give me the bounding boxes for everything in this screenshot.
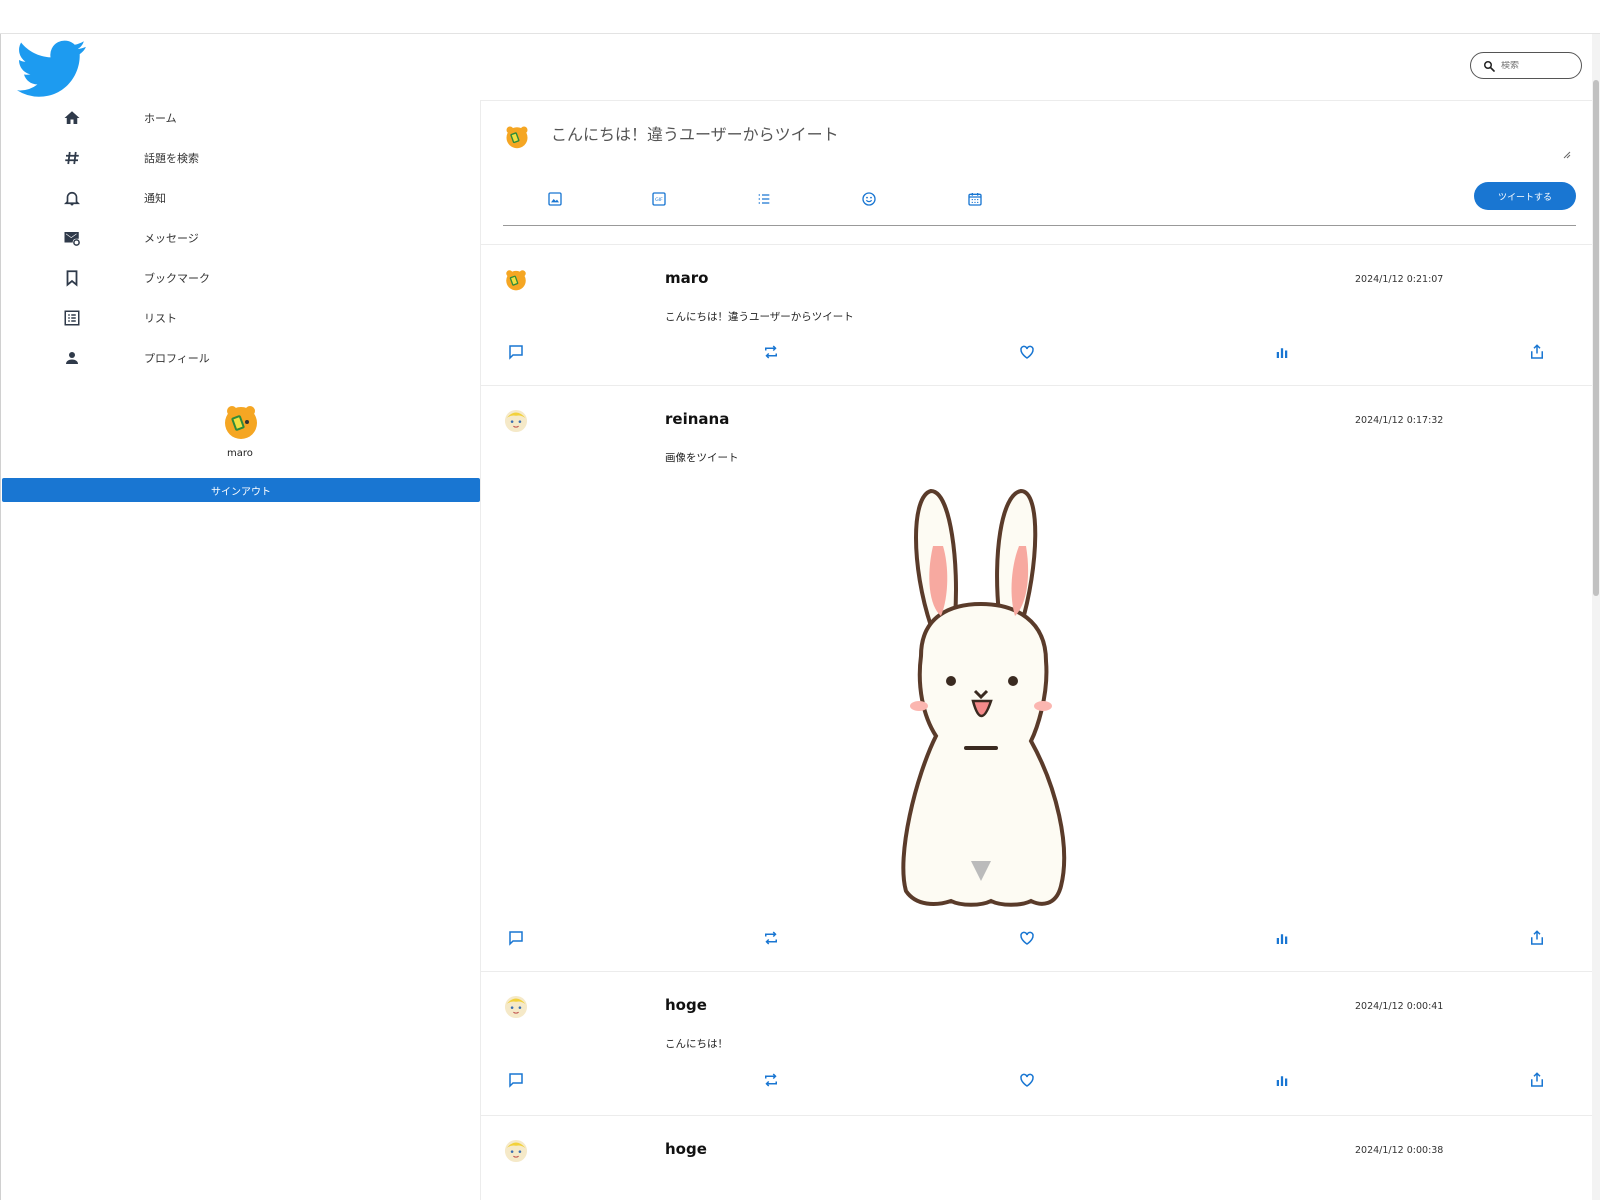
stats-icon[interactable] bbox=[1273, 929, 1291, 947]
profile-username: maro bbox=[227, 448, 253, 459]
like-icon[interactable] bbox=[1018, 929, 1036, 947]
sidebar-item-profile[interactable]: プロフィール bbox=[1, 340, 471, 376]
browser-top-strip bbox=[0, 0, 1600, 34]
retweet-icon[interactable] bbox=[762, 929, 780, 947]
tweet-item: maro 2024/1/12 0:21:07 こんにちは！違うユーザーからツイー… bbox=[481, 245, 1596, 386]
tweet-text: 画像をツイート bbox=[665, 452, 739, 464]
tweet-username: hoge bbox=[665, 996, 707, 1014]
tweet-avatar[interactable] bbox=[503, 408, 529, 434]
tweet-timestamp: 2024/1/12 0:17:32 bbox=[1355, 415, 1444, 426]
scrollbar-thumb[interactable] bbox=[1593, 80, 1599, 596]
stats-icon[interactable] bbox=[1273, 343, 1291, 361]
tweet-avatar[interactable] bbox=[503, 267, 529, 293]
tweet-actions bbox=[481, 343, 1596, 363]
sidebar-item-home[interactable]: ホーム bbox=[1, 100, 471, 136]
compose-input[interactable]: こんにちは！違うユーザーからツイート bbox=[551, 121, 1561, 161]
image-icon[interactable] bbox=[547, 191, 563, 207]
sidebar-item-label: リスト bbox=[144, 312, 177, 325]
share-icon[interactable] bbox=[1528, 1071, 1546, 1089]
twitter-bird-logo-icon[interactable] bbox=[17, 39, 87, 99]
reply-icon[interactable] bbox=[507, 343, 525, 361]
tweet-avatar[interactable] bbox=[503, 994, 529, 1020]
retweet-icon[interactable] bbox=[762, 1071, 780, 1089]
tweet-item: hoge 2024/1/12 0:00:38 bbox=[481, 1116, 1596, 1201]
bell-icon bbox=[64, 191, 80, 206]
reply-icon[interactable] bbox=[507, 929, 525, 947]
tweet-item: hoge 2024/1/12 0:00:41 こんにちは！ bbox=[481, 972, 1596, 1116]
sidebar-item-label: ブックマーク bbox=[144, 272, 210, 285]
user-avatar[interactable] bbox=[221, 402, 261, 442]
like-icon[interactable] bbox=[1018, 1071, 1036, 1089]
search-icon bbox=[1484, 60, 1495, 72]
resize-grip-icon[interactable] bbox=[1563, 151, 1571, 159]
scrollbar[interactable] bbox=[1592, 34, 1600, 1200]
list-icon[interactable] bbox=[756, 191, 772, 207]
like-icon[interactable] bbox=[1018, 343, 1036, 361]
tweet-username: maro bbox=[665, 269, 709, 287]
compose-box: こんにちは！違うユーザーからツイート GIF ツイートする bbox=[481, 101, 1596, 245]
tweet-text: こんにちは！ bbox=[665, 1038, 728, 1050]
svg-text:GIF: GIF bbox=[655, 197, 663, 203]
compose-avatar bbox=[506, 126, 528, 149]
sidebar-item-bookmarks[interactable]: ブックマーク bbox=[1, 260, 471, 296]
search-box[interactable] bbox=[1470, 52, 1582, 79]
bookmark-icon bbox=[66, 270, 78, 287]
compose-divider bbox=[503, 225, 1576, 226]
sidebar-item-lists[interactable]: リスト bbox=[1, 300, 471, 336]
tweet-item: reinana 2024/1/12 0:17:32 画像をツイート bbox=[481, 386, 1596, 972]
app-frame: ホーム 話題を検索 通知 メッセージ ブックマーク リスト プロフィール mar… bbox=[0, 34, 1600, 1200]
person-icon bbox=[66, 352, 78, 364]
mail-icon bbox=[64, 232, 80, 246]
sidebar-item-messages[interactable]: メッセージ bbox=[1, 220, 471, 256]
sidebar-item-label: 通知 bbox=[144, 192, 166, 205]
sidebar-item-label: メッセージ bbox=[144, 232, 199, 245]
tweet-avatar[interactable] bbox=[503, 1138, 529, 1164]
retweet-icon[interactable] bbox=[762, 343, 780, 361]
tweet-username: hoge bbox=[665, 1140, 707, 1158]
tweet-timestamp: 2024/1/12 0:00:41 bbox=[1355, 1001, 1444, 1012]
home-icon bbox=[64, 111, 80, 124]
emoji-icon[interactable] bbox=[861, 191, 877, 207]
gif-icon[interactable]: GIF bbox=[651, 191, 667, 207]
sidebar-item-label: ホーム bbox=[144, 112, 177, 125]
tweet-text: こんにちは！違うユーザーからツイート bbox=[665, 311, 854, 323]
search-input[interactable] bbox=[1501, 60, 1571, 71]
tweet-timestamp: 2024/1/12 0:21:07 bbox=[1355, 274, 1444, 285]
tweet-button[interactable]: ツイートする bbox=[1474, 182, 1576, 210]
tweet-actions bbox=[481, 1071, 1596, 1091]
signout-button[interactable]: サインアウト bbox=[2, 478, 480, 502]
share-icon[interactable] bbox=[1528, 929, 1546, 947]
hashtag-icon bbox=[65, 151, 79, 165]
sidebar-item-label: 話題を検索 bbox=[144, 152, 199, 165]
stats-icon[interactable] bbox=[1273, 1071, 1291, 1089]
tweet-image-rabbit[interactable] bbox=[881, 486, 1081, 916]
list-box-icon bbox=[64, 310, 80, 326]
tweet-actions bbox=[481, 929, 1596, 949]
reply-icon[interactable] bbox=[507, 1071, 525, 1089]
sidebar-item-explore[interactable]: 話題を検索 bbox=[1, 140, 471, 176]
tweet-timestamp: 2024/1/12 0:00:38 bbox=[1355, 1145, 1444, 1156]
sidebar-item-notifications[interactable]: 通知 bbox=[1, 180, 471, 216]
sidebar-item-label: プロフィール bbox=[144, 352, 210, 365]
tweet-username: reinana bbox=[665, 410, 730, 428]
main-timeline: こんにちは！違うユーザーからツイート GIF ツイートする maro 2024/… bbox=[480, 100, 1596, 1201]
calendar-icon[interactable] bbox=[967, 191, 983, 207]
share-icon[interactable] bbox=[1528, 343, 1546, 361]
